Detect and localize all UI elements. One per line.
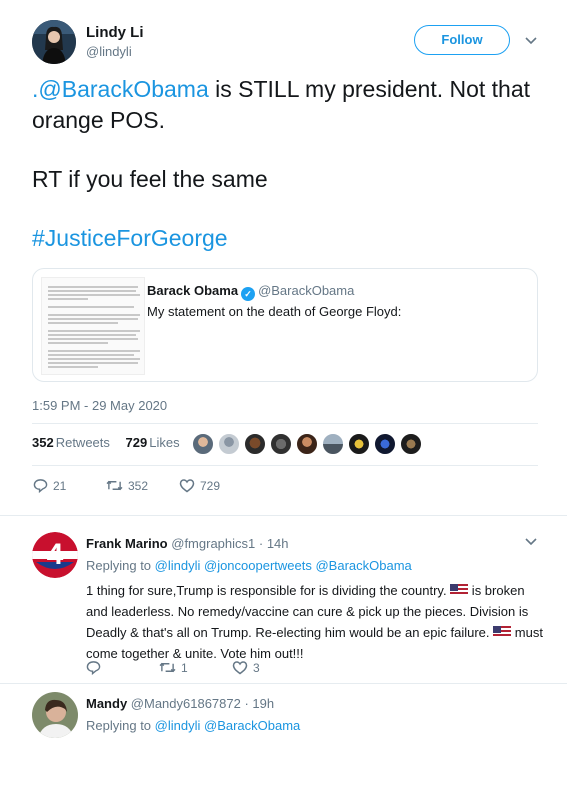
verified-badge-icon: ✓: [241, 287, 256, 301]
hashtag-link[interactable]: #JusticeForGeorge: [32, 223, 532, 254]
section-divider: [0, 515, 567, 516]
us-flag-icon: [450, 584, 469, 596]
heart-icon: [179, 479, 195, 493]
liker-avatar[interactable]: [192, 433, 214, 455]
chevron-down-icon[interactable]: [524, 534, 538, 548]
reply-author-name: Frank Marino: [86, 536, 168, 551]
reply-author[interactable]: Frank Marino @fmgraphics1 · 14h: [86, 536, 289, 551]
liker-avatar[interactable]: [270, 433, 292, 455]
liker-avatar[interactable]: [218, 433, 240, 455]
reply-author-avatar[interactable]: 4: [32, 532, 78, 578]
tweet-line-2: RT if you feel the same: [32, 166, 268, 192]
section-divider: [0, 683, 567, 684]
reply-time: · 14h: [258, 536, 289, 551]
replying-to: Replying to @lindyli @BarackObama: [86, 718, 301, 733]
reply-author-avatar[interactable]: [32, 692, 78, 738]
quoted-author-handle: @BarackObama: [258, 283, 355, 298]
tweet-line-1: .@BarackObama is STILL my president. Not…: [32, 74, 532, 136]
likes-stat[interactable]: 729 Likes: [126, 435, 180, 450]
retweet-icon: [159, 663, 176, 673]
reply-author-handle: @Mandy61867872: [130, 696, 241, 711]
retweet-action[interactable]: 1: [159, 660, 188, 678]
author-name[interactable]: Lindy Li: [86, 24, 144, 41]
reply-icon: [33, 479, 48, 494]
divider: [32, 465, 538, 466]
like-action[interactable]: 3: [232, 660, 260, 678]
reply-tweet[interactable]: Mandy @Mandy61867872 · 19h Replying to @…: [32, 692, 542, 752]
retweet-action[interactable]: 352: [106, 478, 148, 496]
replying-to: Replying to @lindyli @joncoopertweets @B…: [86, 558, 412, 573]
retweet-icon: [106, 481, 123, 491]
tweet-header: Lindy Li @lindyli Follow: [32, 18, 542, 70]
reply-author[interactable]: Mandy @Mandy61867872 · 19h: [86, 696, 274, 711]
reply-time: · 19h: [244, 696, 275, 711]
liker-avatar[interactable]: [322, 433, 344, 455]
liker-avatar[interactable]: [244, 433, 266, 455]
us-flag-icon: [493, 626, 512, 638]
liker-avatar[interactable]: [400, 433, 422, 455]
tweet-timestamp[interactable]: 1:59 PM - 29 May 2020: [32, 398, 167, 413]
chevron-down-icon[interactable]: [524, 33, 538, 47]
quoted-author[interactable]: Barack Obama ✓ @BarackObama: [147, 283, 354, 301]
quoted-author-name: Barack Obama: [147, 283, 239, 298]
tweet-text: .@BarackObama is STILL my president. Not…: [32, 74, 532, 282]
replying-to-mentions[interactable]: @lindyli @joncoopertweets @BarackObama: [155, 558, 412, 573]
svg-text:4: 4: [47, 538, 64, 571]
author-handle[interactable]: @lindyli: [86, 44, 132, 59]
reply-tweet[interactable]: 4 Frank Marino @fmgraphics1 · 14h Replyi…: [32, 532, 543, 682]
statement-document-thumbnail: [41, 277, 145, 375]
engagement-stats: 352 Retweets 729 Likes: [32, 435, 180, 457]
reply-icon: [86, 661, 101, 676]
reply-action[interactable]: [86, 660, 101, 678]
retweets-stat[interactable]: 352 Retweets: [32, 435, 110, 450]
reply-author-name: Mandy: [86, 696, 128, 711]
liker-avatar[interactable]: [348, 433, 370, 455]
liker-avatar[interactable]: [374, 433, 396, 455]
liker-avatar[interactable]: [296, 433, 318, 455]
divider: [32, 423, 538, 424]
quoted-tweet-text: My statement on the death of George Floy…: [147, 304, 402, 319]
replying-to-mentions[interactable]: @lindyli @BarackObama: [155, 718, 301, 733]
reply-author-handle: @fmgraphics1: [171, 536, 256, 551]
follow-button[interactable]: Follow: [414, 25, 510, 55]
quoted-tweet-card[interactable]: Barack Obama ✓ @BarackObama My statement o…: [32, 268, 538, 382]
heart-icon: [232, 661, 248, 675]
author-avatar[interactable]: [32, 20, 76, 64]
reply-action[interactable]: 21: [33, 478, 66, 496]
like-action[interactable]: 729: [179, 478, 220, 496]
mention-link[interactable]: .@BarackObama: [32, 76, 209, 102]
reply-text: 1 thing for sure,Trump is responsible fo…: [86, 583, 543, 661]
